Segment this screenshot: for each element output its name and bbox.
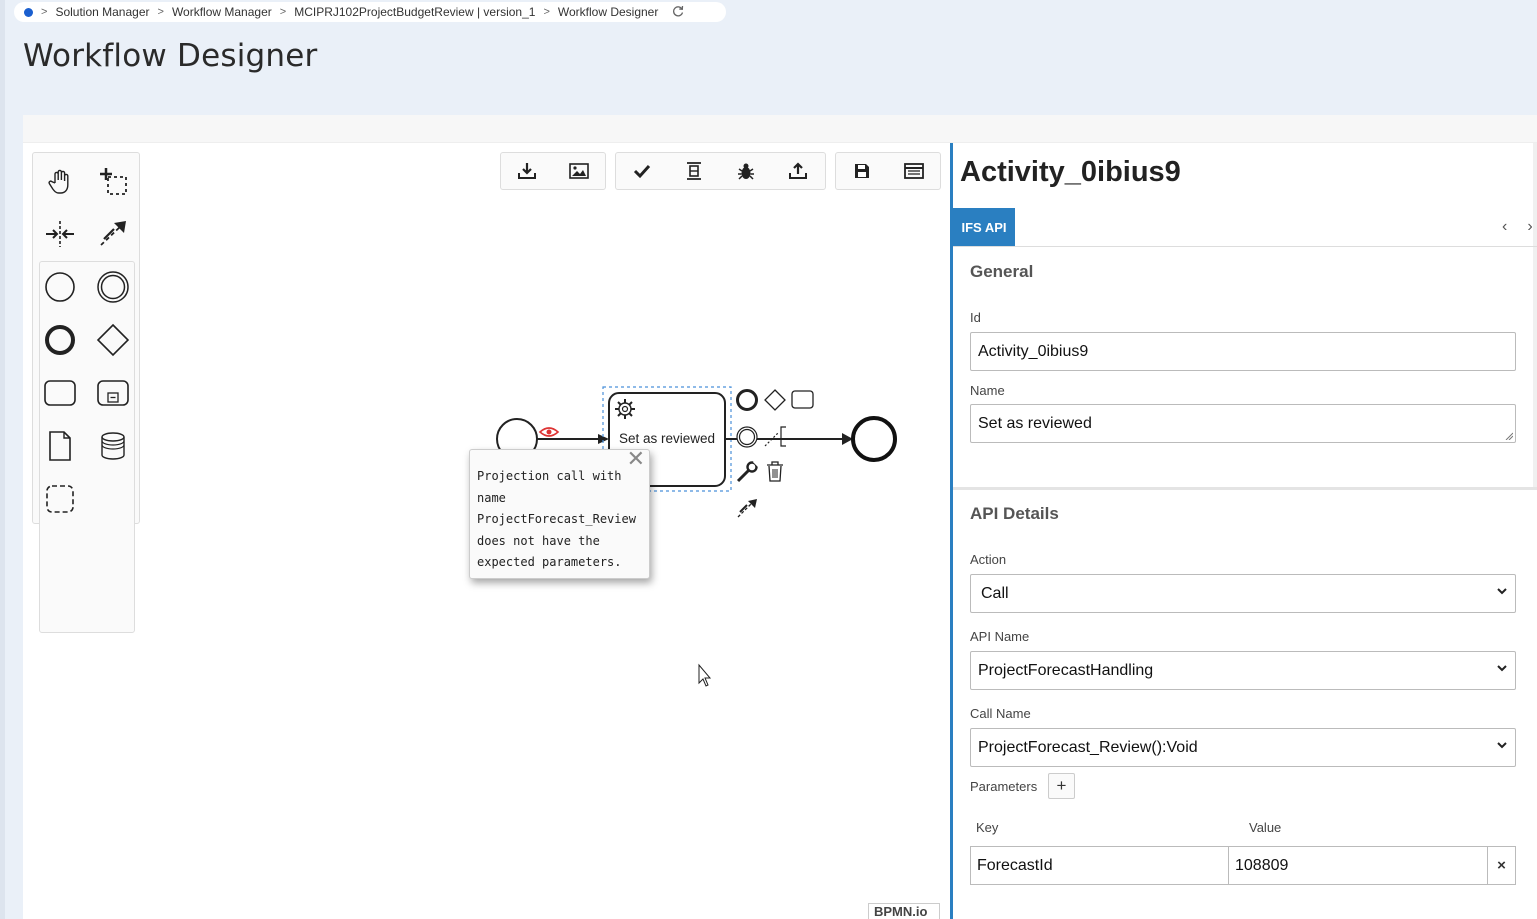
name-value: Set as reviewed <box>978 414 1092 432</box>
append-task-icon[interactable] <box>791 390 814 409</box>
append-intermediate-event-icon[interactable] <box>736 426 758 448</box>
task-label: Set as reviewed <box>618 431 716 446</box>
id-label: Id <box>970 310 981 325</box>
trash-icon[interactable] <box>767 461 783 482</box>
id-value: Activity_0ibius9 <box>978 342 1089 360</box>
chevron-down-icon <box>1497 742 1507 749</box>
api-name-select[interactable]: ProjectForecastHandling <box>970 651 1516 690</box>
resize-grip-icon[interactable] <box>1505 432 1513 440</box>
action-select[interactable]: Call <box>970 574 1516 613</box>
context-pad <box>736 389 814 518</box>
properties-title: Activity_0ibius9 <box>960 156 1181 188</box>
section-divider <box>953 487 1537 490</box>
call-name-value: ProjectForecast_Review():Void <box>978 738 1198 756</box>
call-name-select[interactable]: ProjectForecast_Review():Void <box>970 728 1516 767</box>
action-value: Call <box>981 584 1009 602</box>
api-name-label: API Name <box>970 629 1030 644</box>
chevron-left-icon[interactable]: ‹ <box>1502 218 1527 235</box>
tooltip-line: does not have the <box>477 533 600 548</box>
wrench-icon[interactable] <box>736 459 761 483</box>
name-field[interactable]: Set as reviewed <box>970 404 1516 443</box>
tooltip-line: name <box>477 490 506 505</box>
parameters-label: Parameters <box>970 779 1038 794</box>
properties-scrollbar[interactable] <box>1533 143 1537 487</box>
tooltip-line: Projection call with <box>477 469 622 483</box>
parameter-value-value: 108809 <box>1235 856 1289 874</box>
chevron-down-icon <box>1497 665 1507 672</box>
properties-panel <box>953 143 1537 919</box>
parameter-key-input[interactable]: ForecastId <box>970 846 1229 885</box>
section-api-details-title[interactable]: API Details <box>970 504 1059 524</box>
tooltip-line: ProjectForecast_Review <box>477 512 636 526</box>
error-tooltip: ✕ Projection call with name ProjectForec… <box>469 448 650 579</box>
mouse-cursor-icon <box>698 663 712 687</box>
action-label: Action <box>970 552 1007 567</box>
parameter-key-value: ForecastId <box>977 856 1053 874</box>
append-end-event-icon[interactable] <box>736 389 758 411</box>
bpmn-io-watermark[interactable]: BPMN.io <box>868 903 940 919</box>
append-gateway-icon[interactable] <box>764 389 786 411</box>
api-name-value: ProjectForecastHandling <box>978 661 1154 679</box>
remove-parameter-button[interactable]: × <box>1487 846 1516 885</box>
chevron-right-icon[interactable]: › <box>1527 218 1537 235</box>
tab-underline <box>953 246 1537 247</box>
name-label: Name <box>970 383 1005 398</box>
id-field[interactable]: Activity_0ibius9 <box>970 332 1516 371</box>
tooltip-line: expected parameters. <box>477 555 622 569</box>
call-name-label: Call Name <box>970 706 1031 721</box>
close-icon[interactable]: ✕ <box>627 448 645 470</box>
text-annotation-icon[interactable] <box>764 426 786 447</box>
chevron-down-icon <box>1497 588 1507 595</box>
key-column-label: Key <box>976 820 999 835</box>
eye-icon[interactable] <box>538 427 560 437</box>
tab-ifs-api[interactable]: IFS API <box>953 208 1015 246</box>
tab-scroll-arrows: ‹› <box>1502 218 1537 236</box>
add-parameter-button[interactable]: + <box>1048 773 1075 799</box>
parameter-value-input[interactable]: 108809 <box>1228 846 1488 885</box>
section-general-title[interactable]: General <box>970 262 1033 282</box>
connect-icon[interactable] <box>737 499 757 518</box>
value-column-label: Value <box>1249 820 1282 835</box>
end-event[interactable] <box>851 416 897 462</box>
